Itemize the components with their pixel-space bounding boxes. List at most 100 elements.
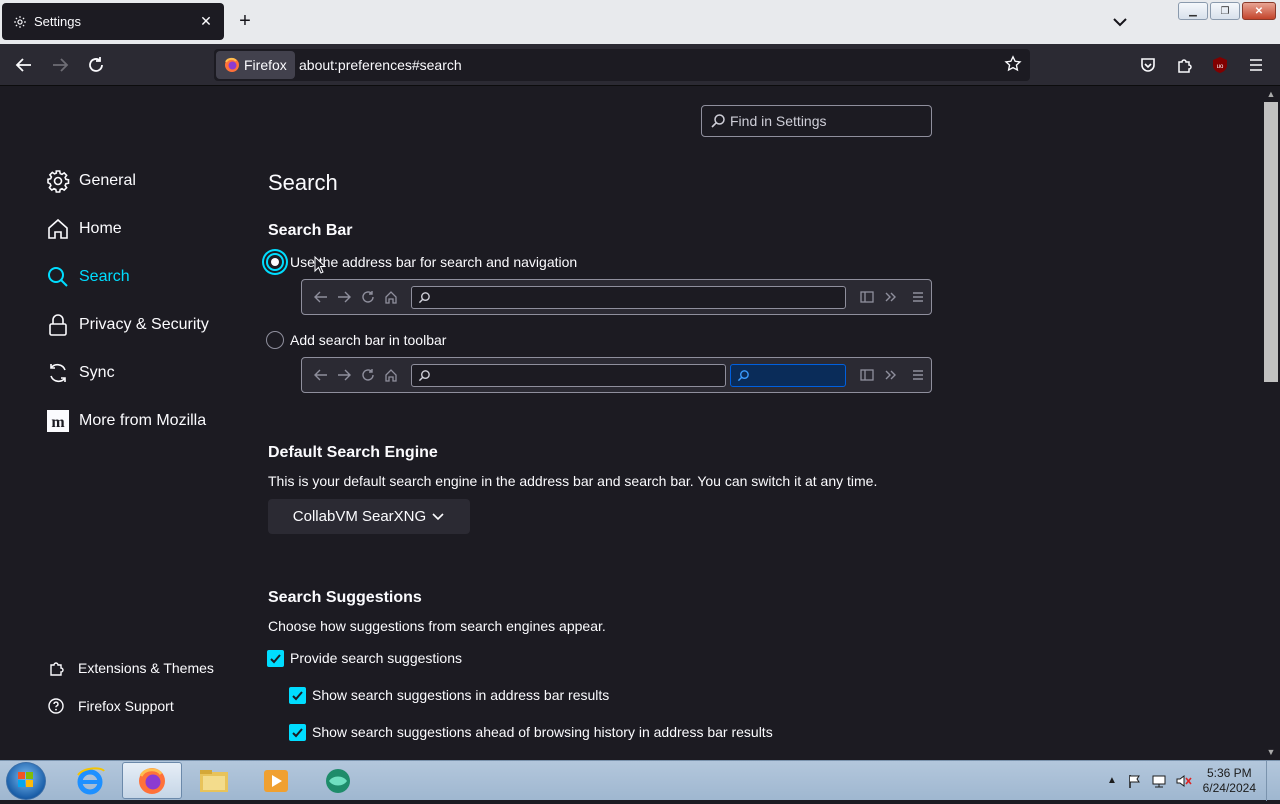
search-bar-preview: [301, 357, 932, 393]
lock-icon: [46, 313, 70, 337]
menu-icon: [913, 292, 923, 302]
minimize-button[interactable]: ▁: [1178, 2, 1208, 20]
bookmark-star-icon[interactable]: [1004, 55, 1024, 75]
mouse-cursor-icon: [314, 256, 326, 274]
svg-text:m: m: [51, 414, 65, 431]
suggestions-description: Choose how suggestions from search engin…: [268, 618, 606, 634]
scroll-down-icon[interactable]: ▼: [1266, 747, 1276, 757]
extensions-puzzle-icon[interactable]: [1174, 55, 1194, 75]
search-bar-heading: Search Bar: [268, 222, 353, 239]
find-in-settings[interactable]: [701, 105, 932, 137]
start-button[interactable]: [6, 762, 46, 800]
overflow-chevron-icon: [885, 292, 896, 302]
back-icon: [314, 369, 327, 381]
pocket-icon[interactable]: [1138, 55, 1158, 75]
search-icon: [737, 370, 749, 382]
action-center-flag-icon[interactable]: [1127, 773, 1143, 789]
checkbox-checked[interactable]: [267, 649, 284, 667]
category-general[interactable]: General: [46, 166, 136, 196]
identity-label: Firefox: [244, 57, 287, 73]
checkbox-checked[interactable]: [289, 686, 306, 704]
internet-explorer-icon[interactable]: [60, 762, 120, 799]
preview-address-field: [411, 286, 846, 309]
bottom-link-label: Firefox Support: [78, 698, 174, 714]
scrollbar-thumb[interactable]: [1264, 102, 1278, 382]
scrollbar[interactable]: ▲ ▼: [1262, 86, 1280, 760]
category-label: Home: [79, 220, 122, 237]
category-label: Search: [79, 268, 130, 285]
volume-muted-icon[interactable]: [1175, 773, 1193, 789]
windows-taskbar: ▲ 5:36 PM 6/24/2024: [0, 760, 1280, 801]
engine-name: CollabVM SearXNG: [292, 508, 427, 525]
menu-icon[interactable]: [1246, 55, 1266, 75]
back-icon[interactable]: [14, 55, 34, 75]
radio-label: Add search bar in toolbar: [290, 332, 447, 348]
window-controls: ▁ ❐ ✕: [1178, 2, 1276, 20]
radio-use-address-bar[interactable]: Use the address bar for search and navig…: [266, 251, 577, 273]
radio-add-search-bar[interactable]: Add search bar in toolbar: [266, 329, 446, 351]
sidebar-icon: [860, 291, 874, 303]
menu-icon: [913, 370, 923, 380]
reload-icon: [362, 369, 374, 381]
gear-icon: [12, 14, 28, 30]
search-icon: [418, 370, 430, 382]
scroll-up-icon[interactable]: ▲: [1266, 89, 1276, 99]
default-engine-dropdown[interactable]: CollabVM SearXNG: [268, 499, 470, 534]
clock[interactable]: 5:36 PM 6/24/2024: [1203, 766, 1256, 796]
ublock-icon[interactable]: uo: [1210, 55, 1230, 75]
close-tab-icon[interactable]: ✕: [198, 13, 214, 29]
home-icon: [385, 369, 397, 382]
forward-icon: [338, 369, 351, 381]
find-in-settings-input[interactable]: [730, 111, 920, 131]
forward-icon[interactable]: [50, 55, 70, 75]
app-taskbar-icon[interactable]: [308, 762, 368, 799]
category-search[interactable]: Search: [46, 262, 130, 292]
checkbox-label: Show search suggestions in address bar r…: [312, 687, 610, 703]
mozilla-icon: m: [46, 409, 70, 433]
list-all-tabs-button[interactable]: [1110, 12, 1130, 32]
address-bar-preview: [301, 279, 932, 315]
home-icon: [46, 217, 70, 241]
radio-label: Use the address bar for search and navig…: [290, 254, 578, 270]
firefox-support-link[interactable]: Firefox Support: [46, 695, 174, 717]
url-bar[interactable]: Firefox about:preferences#search: [214, 49, 1030, 81]
tab-settings[interactable]: Settings ✕: [2, 3, 224, 40]
category-privacy[interactable]: Privacy & Security: [46, 310, 209, 340]
preview-search-field: [730, 364, 846, 387]
search-icon: [710, 113, 726, 129]
category-sync[interactable]: Sync: [46, 358, 115, 388]
checkbox-provide-suggestions[interactable]: Provide search suggestions: [267, 647, 462, 669]
category-label: General: [79, 172, 136, 189]
puzzle-icon: [46, 658, 66, 678]
clock-time: 5:36 PM: [1206, 766, 1252, 780]
restore-button[interactable]: ❐: [1210, 2, 1240, 20]
show-hidden-icons-icon[interactable]: ▲: [1107, 775, 1117, 786]
extensions-themes-link[interactable]: Extensions & Themes: [46, 657, 214, 679]
bottom-link-label: Extensions & Themes: [78, 660, 214, 676]
settings-page: General Home Search Privacy & Security S…: [0, 86, 1262, 760]
category-home[interactable]: Home: [46, 214, 122, 244]
radio-button-checked[interactable]: [266, 253, 284, 271]
firefox-taskbar-icon[interactable]: [122, 762, 182, 799]
reload-icon[interactable]: [86, 55, 106, 75]
default-engine-heading: Default Search Engine: [268, 444, 438, 461]
network-icon[interactable]: [1151, 773, 1167, 789]
suggestions-heading: Search Suggestions: [268, 589, 422, 606]
checkbox-checked[interactable]: [289, 723, 306, 741]
media-player-icon[interactable]: [246, 762, 306, 799]
checkbox-suggestions-in-address-bar[interactable]: Show search suggestions in address bar r…: [289, 684, 609, 706]
radio-button-unchecked[interactable]: [266, 331, 284, 349]
clock-date: 6/24/2024: [1202, 781, 1256, 795]
identity-box[interactable]: Firefox: [216, 51, 295, 79]
default-engine-description: This is your default search engine in th…: [268, 473, 878, 489]
file-explorer-icon[interactable]: [184, 762, 244, 799]
checkbox-suggestions-ahead-of-history[interactable]: Show search suggestions ahead of browsin…: [289, 721, 773, 743]
category-more-from-mozilla[interactable]: m More from Mozilla: [46, 406, 206, 436]
url-text[interactable]: about:preferences#search: [299, 57, 462, 73]
tab-strip: Settings ✕ + ▁ ❐ ✕: [0, 0, 1280, 44]
close-window-button[interactable]: ✕: [1242, 2, 1276, 20]
category-label: Sync: [79, 364, 115, 381]
chevron-down-icon: [432, 512, 444, 520]
show-desktop-button[interactable]: [1266, 761, 1280, 801]
new-tab-button[interactable]: +: [234, 10, 256, 32]
